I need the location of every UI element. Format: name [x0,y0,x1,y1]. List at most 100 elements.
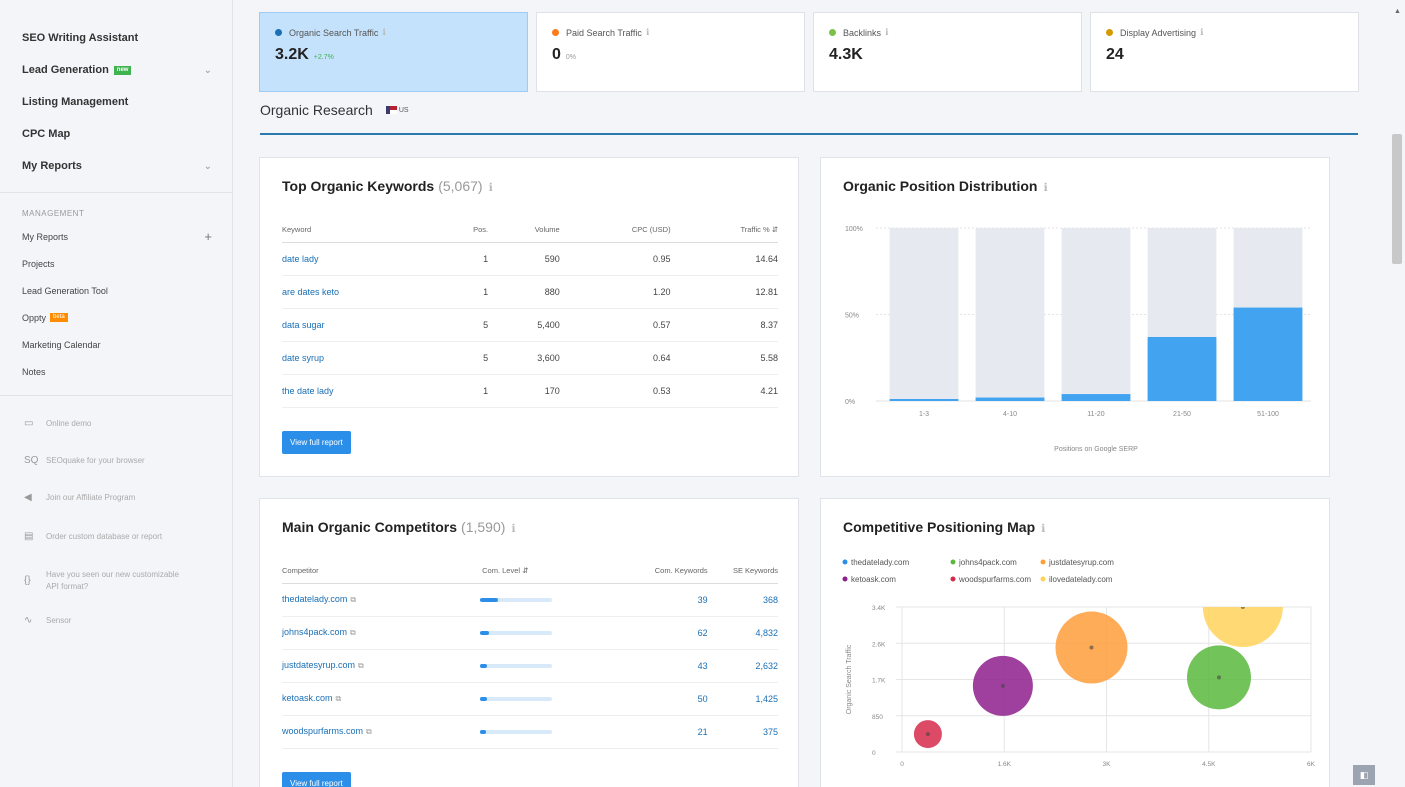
info-icon[interactable]: ℹ [646,27,649,38]
bar[interactable] [889,399,959,401]
legend-label: thedatelady.com [851,558,909,567]
external-link-icon[interactable]: ⧉ [358,661,364,670]
keyword-link[interactable]: date lady [282,254,319,264]
external-link-icon[interactable]: ⧉ [366,727,372,736]
database-label: US [398,106,409,114]
metric-value: 4.3K [829,46,863,63]
sidebar-item-marketing-calendar[interactable]: Marketing Calendar [0,331,232,358]
sidebar-link-megaphone[interactable]: ◀ Join our Affiliate Program [0,479,232,516]
legend-item[interactable]: woodspurfarms.com [950,575,1032,584]
y-tick-label: 100% [845,226,863,233]
com-keywords-link[interactable]: 21 [698,727,708,737]
sidebar-item-projects[interactable]: Projects [0,250,232,277]
sidebar-item-cpc-map[interactable]: CPC Map [0,118,232,150]
sidebar-link-monitor[interactable]: ▭ Online demo [0,406,232,442]
legend-item[interactable]: thedatelady.com [842,558,910,567]
bubble-center [925,732,930,737]
keyword-link[interactable]: data sugar [282,320,325,330]
x-tick-label: 3K [1103,761,1112,768]
external-link-icon[interactable]: ⧉ [350,595,356,604]
com-keywords-link[interactable]: 50 [698,694,708,704]
sidebar-item-my-reports[interactable]: My Reports + [0,223,232,250]
competitor-link[interactable]: justdatesyrup.com [282,660,355,670]
sidebar-item-seo-writing-assistant[interactable]: SEO Writing Assistant [0,22,232,54]
sidebar-link-sensor[interactable]: ∿ Sensor [0,604,232,638]
metric-tab-organic-search-traffic[interactable]: Organic Search Traffic ℹ 3.2K +2.7% [259,12,528,92]
view-full-report-button[interactable]: View full report [282,431,351,454]
info-icon[interactable]: ℹ [511,522,515,535]
bar-background [889,228,959,401]
seoquake-icon: SQ [24,454,39,466]
external-link-icon[interactable]: ⧉ [350,628,356,637]
legend-item[interactable]: ketoask.com [842,575,897,584]
view-full-report-button[interactable]: View full report [282,772,351,787]
com-keywords-link[interactable]: 62 [698,628,708,638]
x-tick-label: 0 [900,761,904,768]
sidebar-item-label: Oppty [22,312,47,323]
legend-label: woodspurfarms.com [958,575,1031,584]
metric-value-row: 3.2K +2.7% [275,46,512,64]
sidebar-item-oppty[interactable]: Oppty beta [0,304,232,331]
add-icon[interactable]: + [204,229,212,244]
metric-value: 3.2K [275,46,309,63]
info-icon[interactable]: ℹ [489,181,493,194]
legend-dot-icon [829,29,836,36]
metric-value-row: 4.3K [829,46,1066,64]
keyword-link[interactable]: the date lady [282,386,334,396]
value-cell: 3,600 [488,341,560,375]
chevron-down-icon[interactable]: ⌄ [204,65,212,76]
competitor-link[interactable]: ketoask.com [282,693,333,703]
se-keywords-cell: 368 [707,583,778,617]
sidebar-item-lead-generation[interactable]: Lead Generation new ⌄ [0,54,232,86]
competitor-cell: justdatesyrup.com ⧉ [282,649,423,683]
scroll-thumb[interactable] [1392,134,1402,264]
se-keywords-link[interactable]: 375 [763,727,778,737]
com-keywords-link[interactable]: 39 [698,595,708,605]
se-keywords-link[interactable]: 4,832 [755,628,778,638]
se-keywords-link[interactable]: 368 [763,595,778,605]
info-icon[interactable]: ℹ [382,27,385,38]
competitors-count[interactable]: (1,590) [461,519,505,535]
competitor-link[interactable]: thedatelady.com [282,594,347,604]
info-icon[interactable]: ℹ [885,27,888,38]
top-keywords-count[interactable]: (5,067) [438,178,482,194]
legend-item[interactable]: ilovedatelady.com [1040,575,1113,584]
competitor-link[interactable]: woodspurfarms.com [282,726,363,736]
value-cell: 12.81 [670,275,778,309]
bar[interactable] [1061,394,1131,401]
column-header[interactable]: Com. Level ⇵ [422,559,626,584]
sidebar-item-my-reports[interactable]: My Reports ⌄ [0,150,232,182]
external-link-icon[interactable]: ⧉ [336,694,342,703]
sidebar-link-seoquake[interactable]: SQ SEOquake for your browser [0,442,232,479]
keyword-cell: date syrup [282,341,446,375]
se-keywords-link[interactable]: 1,425 [755,694,778,704]
sidebar-item-notes[interactable]: Notes [0,358,232,385]
se-keywords-link[interactable]: 2,632 [755,661,778,671]
sidebar-item-lead-generation-tool[interactable]: Lead Generation Tool [0,277,232,304]
sidebar-link-api[interactable]: {} Have you seen our new customizable API… [0,558,232,604]
metric-tab-display-advertising[interactable]: Display Advertising ℹ 24 [1090,12,1359,92]
value-cell: 170 [488,374,560,408]
metric-label: Display Advertising [1120,27,1197,38]
chevron-down-icon[interactable]: ⌄ [204,161,212,172]
legend-dot-icon [842,576,848,582]
info-icon[interactable]: ℹ [1200,27,1203,38]
scroll-up-arrow-icon[interactable]: ▲ [1394,8,1401,15]
collapse-panel-icon[interactable]: ◧ [1353,765,1375,785]
com-keywords-link[interactable]: 43 [698,661,708,671]
sidebar-link-database[interactable]: ▤ Order custom database or report [0,516,232,558]
bar[interactable] [1147,336,1217,401]
sidebar-link-label: Join our Affiliate Program [46,492,136,502]
keyword-link[interactable]: are dates keto [282,287,339,297]
metric-tab-backlinks[interactable]: Backlinks ℹ 4.3K [813,12,1082,92]
legend-item[interactable]: johns4pack.com [950,558,1018,567]
sidebar-item-listing-management[interactable]: Listing Management [0,86,232,118]
legend-item[interactable]: justdatesyrup.com [1040,558,1115,567]
bar[interactable] [1233,307,1303,401]
keyword-link[interactable]: date syrup [282,353,324,363]
metric-tab-paid-search-traffic[interactable]: Paid Search Traffic ℹ 0 0% [536,12,805,92]
competitor-link[interactable]: johns4pack.com [282,627,347,637]
bar[interactable] [975,397,1045,401]
column-header[interactable]: Traffic % ⇵ [670,218,778,243]
page-scrollbar[interactable]: ▲ [1389,0,1405,787]
